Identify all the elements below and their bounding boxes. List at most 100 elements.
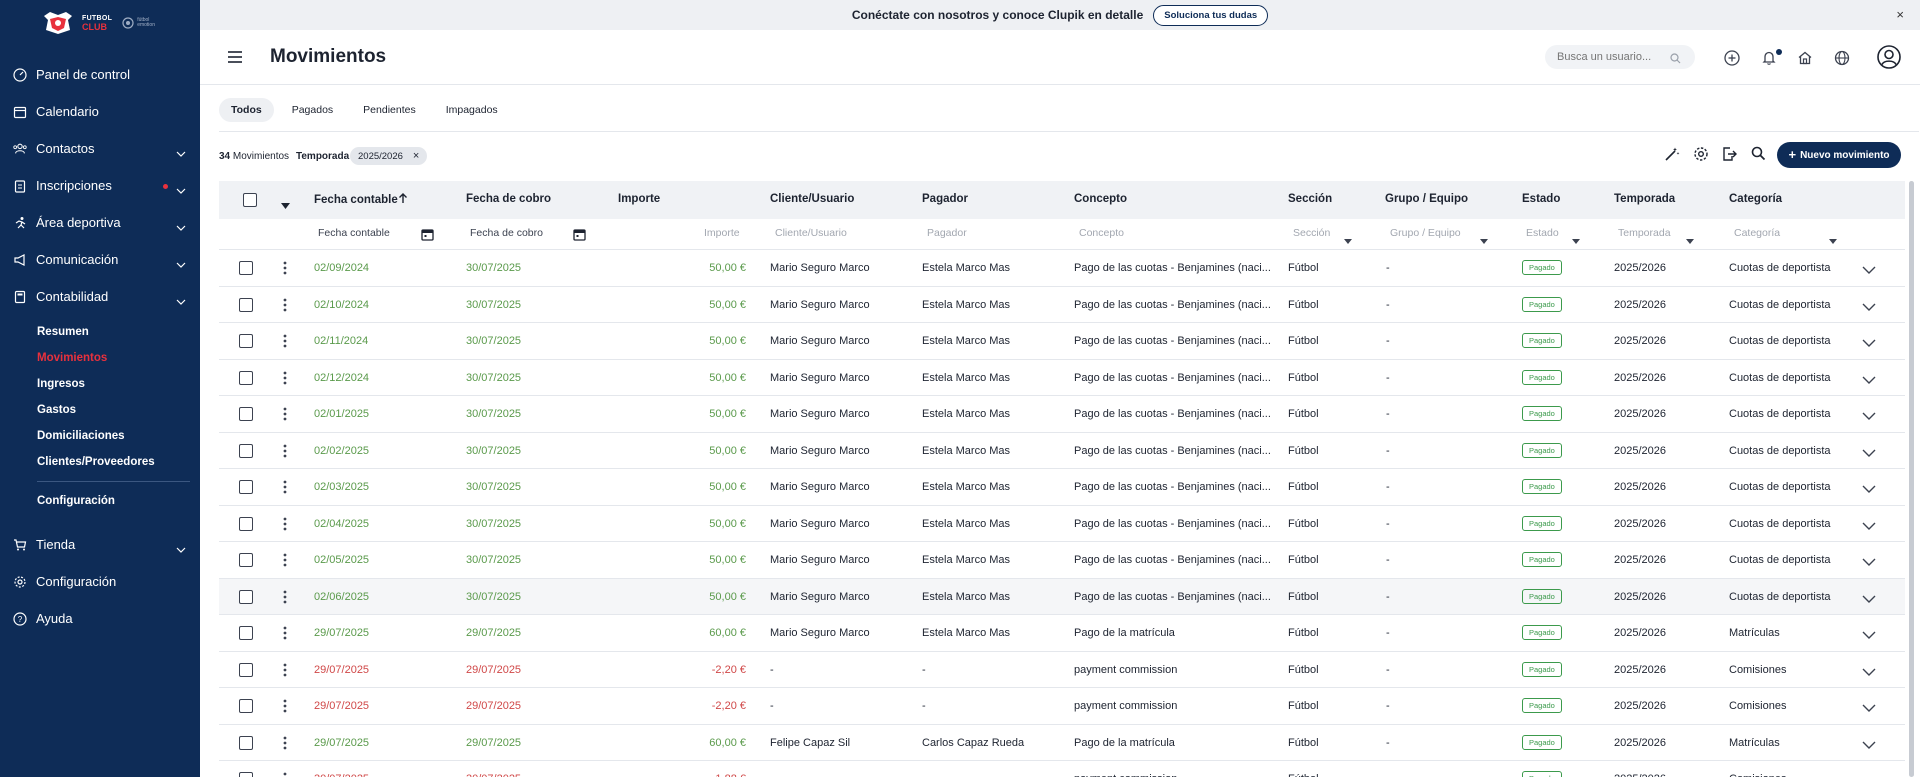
- row-checkbox[interactable]: [239, 407, 253, 421]
- sidebar-item-contactos[interactable]: Contactos: [0, 130, 200, 167]
- filter-pagador[interactable]: Pagador: [927, 227, 967, 239]
- sidebar-item-comunicacion[interactable]: Comunicación: [0, 241, 200, 278]
- select-all-checkbox[interactable]: [243, 193, 257, 207]
- calendar-icon[interactable]: [421, 228, 434, 246]
- chevron-down-icon[interactable]: [1862, 302, 1876, 314]
- tab-pendientes[interactable]: Pendientes: [351, 98, 428, 122]
- filter-fecha-cobro[interactable]: Fecha de cobro: [470, 227, 543, 239]
- filter-cliente[interactable]: Cliente/Usuario: [775, 227, 847, 239]
- magic-wand-icon[interactable]: [1664, 146, 1680, 167]
- export-icon[interactable]: [1721, 146, 1737, 167]
- table-row[interactable]: 02/06/2025 30/07/2025 50,00 € Mario Seguro …: [219, 578, 1905, 615]
- table-row[interactable]: 29/07/2025 29/07/2025 -2,20 € - - payment com…: [219, 688, 1905, 725]
- more-options-icon[interactable]: [283, 298, 287, 315]
- col-seccion[interactable]: Sección: [1288, 193, 1332, 205]
- row-checkbox[interactable]: [239, 334, 253, 348]
- more-options-icon[interactable]: [283, 590, 287, 607]
- tab-pagados[interactable]: Pagados: [280, 98, 345, 122]
- col-cliente[interactable]: Cliente/Usuario: [770, 193, 854, 205]
- col-importe[interactable]: Importe: [618, 193, 660, 205]
- chevron-down-icon[interactable]: [1862, 557, 1876, 569]
- more-options-icon[interactable]: [283, 663, 287, 680]
- filter-importe[interactable]: Importe: [704, 227, 740, 239]
- chevron-down-icon[interactable]: [1862, 411, 1876, 423]
- more-options-icon[interactable]: [283, 553, 287, 570]
- col-grupo[interactable]: Grupo / Equipo: [1385, 193, 1468, 205]
- caret-down-icon[interactable]: [281, 196, 290, 214]
- table-row[interactable]: 02/10/2024 30/07/2025 50,00 € Mario Seguro …: [219, 287, 1905, 323]
- table-row[interactable]: 02/01/2025 30/07/2025 50,00 € Mario Seguro …: [219, 396, 1905, 433]
- new-movement-button[interactable]: + Nuevo movimiento: [1777, 142, 1901, 168]
- col-temporada[interactable]: Temporada: [1614, 193, 1675, 205]
- table-row[interactable]: 29/07/2025 29/07/2025 -2,20 € - - payment com…: [219, 652, 1905, 688]
- row-checkbox[interactable]: [239, 662, 253, 677]
- table-row[interactable]: 02/12/2024 30/07/2025 50,00 € Mario Seguro …: [219, 360, 1905, 396]
- caret-down-icon[interactable]: [1344, 231, 1352, 249]
- chevron-down-icon[interactable]: [1862, 740, 1876, 752]
- club-logo[interactable]: FUTBOL CLUB fútbol emotion: [40, 8, 155, 38]
- caret-down-icon[interactable]: [1829, 231, 1837, 249]
- more-options-icon[interactable]: [283, 334, 287, 351]
- search-icon[interactable]: [1670, 51, 1681, 69]
- more-options-icon[interactable]: [283, 517, 287, 534]
- filter-grupo[interactable]: Grupo / Equipo: [1390, 227, 1461, 239]
- row-checkbox[interactable]: [239, 735, 253, 750]
- col-estado[interactable]: Estado: [1522, 193, 1560, 205]
- close-icon[interactable]: ×: [413, 150, 419, 162]
- row-checkbox[interactable]: [239, 261, 253, 275]
- banner-help-button[interactable]: Soluciona tus dudas: [1153, 4, 1269, 26]
- col-categoria[interactable]: Categoría: [1729, 193, 1782, 205]
- chevron-down-icon[interactable]: [1862, 703, 1876, 715]
- subitem-gastos[interactable]: Gastos: [0, 397, 200, 423]
- sidebar-item-ayuda[interactable]: ? Ayuda: [0, 600, 200, 637]
- more-options-icon[interactable]: [283, 736, 287, 753]
- caret-down-icon[interactable]: [1480, 231, 1488, 249]
- search-icon[interactable]: [1751, 146, 1766, 166]
- calendar-icon[interactable]: [573, 228, 586, 246]
- settings-icon[interactable]: [1693, 146, 1709, 167]
- add-circle-icon[interactable]: [1724, 50, 1740, 71]
- filter-fecha-contable[interactable]: Fecha contable: [318, 227, 390, 239]
- more-options-icon[interactable]: [283, 407, 287, 424]
- chevron-down-icon[interactable]: [1862, 448, 1876, 460]
- globe-icon[interactable]: [1834, 50, 1850, 71]
- table-row[interactable]: 02/02/2025 30/07/2025 50,00 € Mario Seguro …: [219, 433, 1905, 469]
- sidebar-item-configuracion[interactable]: Configuración: [0, 563, 200, 600]
- subitem-configuracion[interactable]: Configuración: [0, 488, 200, 514]
- chevron-down-icon[interactable]: [1862, 375, 1876, 387]
- row-checkbox[interactable]: [239, 443, 253, 458]
- tab-todos[interactable]: Todos: [219, 98, 274, 122]
- user-avatar-icon[interactable]: [1877, 45, 1901, 74]
- chevron-down-icon[interactable]: [1862, 594, 1876, 606]
- col-fecha-cobro[interactable]: Fecha de cobro: [466, 193, 551, 205]
- row-checkbox[interactable]: [239, 480, 253, 494]
- row-checkbox[interactable]: [239, 553, 253, 567]
- chevron-down-icon[interactable]: [1862, 484, 1876, 496]
- sidebar-item-panel[interactable]: Panel de control: [0, 56, 200, 93]
- table-row[interactable]: 29/07/2025 29/07/2025 60,00 € Felipe Capaz …: [219, 725, 1905, 761]
- table-row[interactable]: 30/07/2025 30/07/2025 -1,88 € - - payment com…: [219, 761, 1905, 777]
- chevron-down-icon[interactable]: [1862, 521, 1876, 533]
- col-concepto[interactable]: Concepto: [1074, 193, 1127, 205]
- table-row[interactable]: 02/09/2024 30/07/2025 50,00 € Mario Seguro …: [219, 250, 1905, 287]
- season-chip[interactable]: 2025/2026 ×: [350, 147, 428, 165]
- filter-concepto[interactable]: Concepto: [1079, 227, 1124, 239]
- row-checkbox[interactable]: [239, 516, 253, 531]
- hamburger-menu-icon[interactable]: [228, 50, 242, 68]
- subitem-resumen[interactable]: Resumen: [0, 319, 200, 345]
- table-row[interactable]: 02/03/2025 30/07/2025 50,00 € Mario Seguro …: [219, 469, 1905, 506]
- chevron-down-icon[interactable]: [1862, 630, 1876, 642]
- sidebar-item-inscripciones[interactable]: Inscripciones: [0, 167, 200, 204]
- filter-temporada[interactable]: Temporada: [1618, 227, 1671, 239]
- table-row[interactable]: 02/11/2024 30/07/2025 50,00 € Mario Seguro …: [219, 323, 1905, 360]
- subitem-clientes-proveedores[interactable]: Clientes/Proveedores: [0, 449, 200, 475]
- sidebar-item-calendario[interactable]: Calendario: [0, 93, 200, 130]
- tab-impagados[interactable]: Impagados: [434, 98, 510, 122]
- more-options-icon[interactable]: [283, 371, 287, 388]
- filter-estado[interactable]: Estado: [1526, 227, 1559, 239]
- caret-down-icon[interactable]: [1572, 231, 1580, 249]
- bell-icon[interactable]: [1761, 50, 1777, 71]
- row-checkbox[interactable]: [239, 297, 253, 312]
- scrollbar-thumb[interactable]: [1909, 181, 1914, 777]
- row-checkbox[interactable]: [239, 772, 253, 777]
